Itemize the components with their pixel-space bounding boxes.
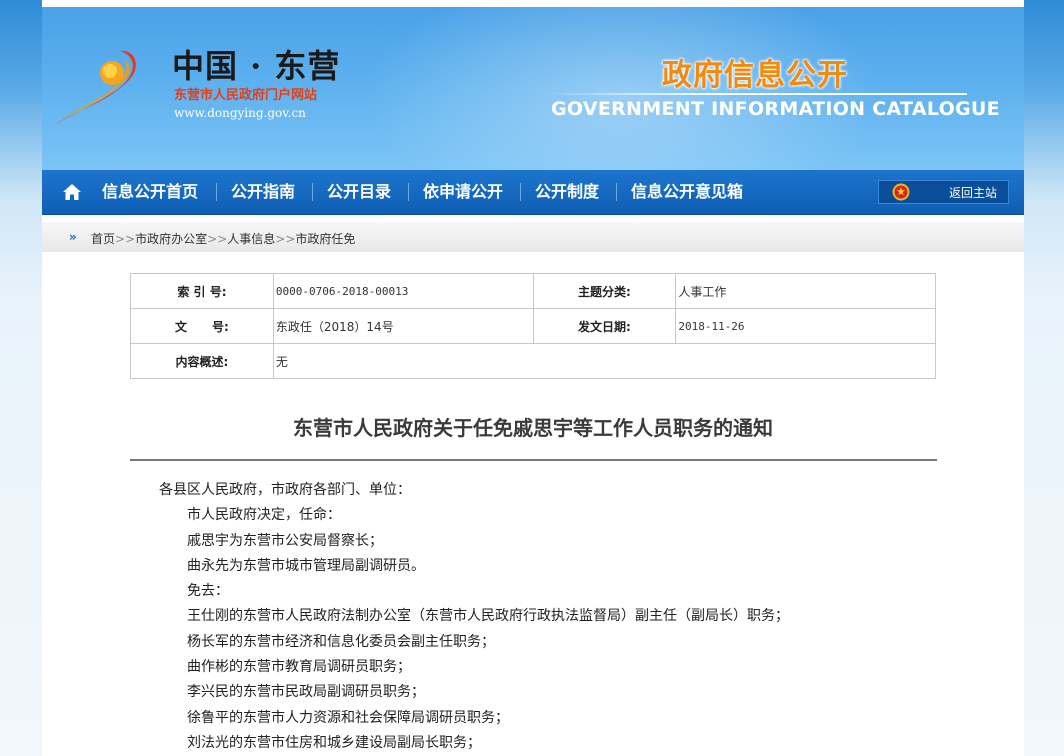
document-number-label: 文 号:: [130, 308, 274, 344]
title-divider: [547, 93, 967, 95]
issue-date-label: 发文日期:: [532, 308, 677, 344]
nav-item-feedback[interactable]: 信息公开意见箱: [631, 170, 743, 214]
document-meta-table: 索 引 号: 0000-0706-2018-00013 主题分类: 人事工作 文…: [130, 273, 937, 379]
breadcrumb-separator: >>: [275, 232, 296, 246]
document-title: 东营市人民政府关于任免戚思宇等工作人员职务的通知: [293, 416, 773, 440]
return-main-site-label: 返回主站: [949, 186, 998, 200]
dongying-logo-icon[interactable]: [50, 39, 170, 129]
category-label: 主题分类:: [532, 273, 677, 309]
document-paragraph: 免去：: [187, 583, 229, 600]
nav-separator: [312, 183, 313, 201]
breadcrumb-trail: 首页>>市政府办公室>>人事信息>>市政府任免: [91, 230, 355, 247]
nav-item-info-home[interactable]: 信息公开首页: [102, 170, 198, 214]
breadcrumb-link-office[interactable]: 市政府办公室: [135, 232, 207, 246]
section-title-en: GOVERNMENT INFORMATION CATALOGUE: [551, 98, 1000, 120]
document-paragraph: 曲永先为东营市城市管理局副调研员。: [187, 557, 425, 574]
summary-label: 内容概述:: [130, 343, 274, 379]
document-paragraph: 市人民政府决定，任命：: [187, 507, 341, 524]
index-number-value: 0000-0706-2018-00013: [272, 273, 534, 309]
document-paragraph: 曲作彬的东营市教育局调研员职务；: [187, 659, 411, 676]
site-url: www.dongying.gov.cn: [174, 106, 306, 120]
site-subtitle: 东营市人民政府门户网站: [174, 88, 318, 103]
nav-separator: [616, 183, 617, 201]
double-chevron-right-icon: »: [69, 230, 77, 244]
document-body: 各县区人民政府，市政府各部门、单位： 市人民政府决定，任命： 戚思宇为东营市公安…: [159, 478, 919, 756]
title-divider-rule: [130, 459, 937, 461]
return-main-site-button[interactable]: 返回主站: [878, 180, 1009, 204]
nav-separator: [216, 183, 217, 201]
nav-item-catalogue[interactable]: 公开目录: [327, 170, 391, 214]
breadcrumb-link-personnel[interactable]: 人事信息: [227, 232, 275, 246]
table-row: 索 引 号: 0000-0706-2018-00013 主题分类: 人事工作: [130, 273, 936, 309]
breadcrumb-separator: >>: [115, 232, 136, 246]
breadcrumb-link-home[interactable]: 首页: [91, 232, 115, 246]
document-paragraph: 王仕刚的东营市人民政府法制办公室（东营市人民政府行政执法监督局）副主任（副局长）…: [187, 608, 789, 625]
document-paragraph: 刘法光的东营市住房和城乡建设局副局长职务；: [187, 734, 481, 751]
document-salutation: 各县区人民政府，市政府各部门、单位：: [159, 482, 411, 498]
index-number-label: 索 引 号:: [130, 273, 274, 309]
issue-date-value: 2018-11-26: [675, 308, 936, 344]
breadcrumb-separator: >>: [207, 232, 228, 246]
document-paragraph: 李兴民的东营市民政局副调研员职务；: [187, 684, 425, 701]
nav-item-apply[interactable]: 依申请公开: [423, 170, 503, 214]
breadcrumb-link-appointments[interactable]: 市政府任免: [295, 232, 355, 246]
nav-separator: [520, 183, 521, 201]
table-row: 文 号: 东政任（2018）14号 发文日期: 2018-11-26: [130, 308, 936, 344]
table-row: 内容概述: 无: [130, 343, 937, 379]
summary-value: 无: [272, 343, 937, 379]
document-paragraph: 徐鲁平的东营市人力资源和社会保障局调研员职务；: [187, 709, 509, 726]
category-value: 人事工作: [675, 273, 936, 309]
nav-separator: [408, 183, 409, 201]
page: 中国 · 东营 东营市人民政府门户网站 www.dongying.gov.cn …: [0, 0, 1064, 756]
national-emblem-icon: [892, 183, 910, 201]
site-name: 中国 · 东营: [172, 47, 341, 85]
nav-item-guide[interactable]: 公开指南: [231, 170, 295, 214]
nav-item-rules[interactable]: 公开制度: [535, 170, 599, 214]
document-number-value: 东政任（2018）14号: [272, 308, 534, 344]
document-paragraph: 戚思宇为东营市公安局督察长；: [187, 532, 383, 549]
home-icon[interactable]: [62, 182, 82, 202]
breadcrumb: » 首页>>市政府办公室>>人事信息>>市政府任免: [42, 222, 1024, 252]
document-paragraph: 杨长军的东营市经济和信息化委员会副主任职务；: [187, 633, 495, 650]
section-title-cn: 政府信息公开: [662, 58, 848, 93]
main-nav: 信息公开首页 公开指南 公开目录 依申请公开 公开制度 信息公开意见箱 返回主站: [42, 170, 1024, 215]
site-banner: 中国 · 东营 东营市人民政府门户网站 www.dongying.gov.cn …: [42, 7, 1024, 170]
